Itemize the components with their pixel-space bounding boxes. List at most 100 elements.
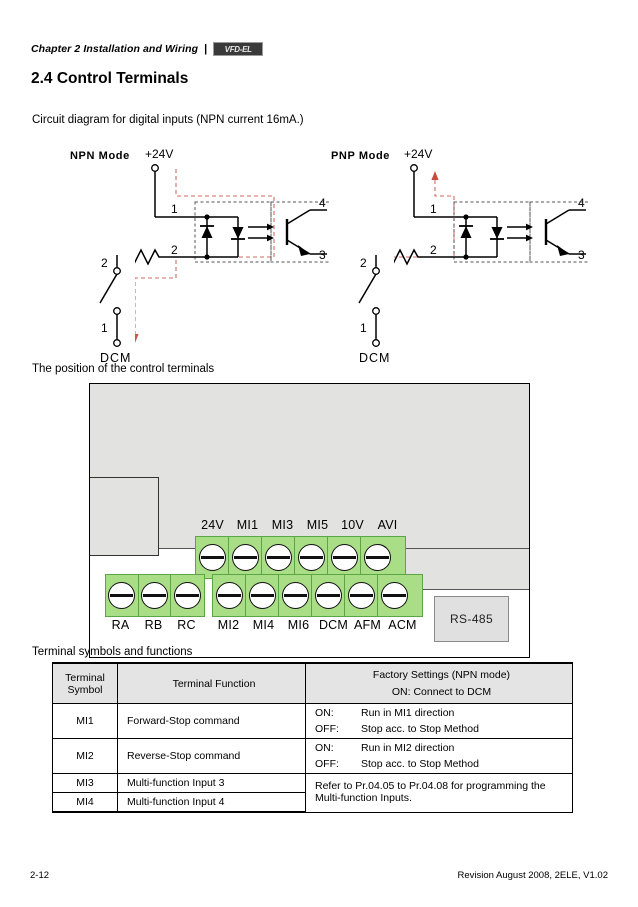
terminal-mi1[interactable] [229,537,262,578]
screw-icon[interactable] [141,582,168,609]
terminal-row-bottom[interactable] [212,574,423,617]
header-factory-settings: Factory Settings (NPN mode) ON: Connect … [305,662,573,704]
terminal-functions-table: Terminal Symbol Terminal Function Factor… [52,662,573,813]
screw-icon[interactable] [231,544,259,571]
table-row: MI3 Multi-function Input 3 Refer to Pr.0… [52,773,573,813]
screw-icon[interactable] [281,582,309,609]
screw-icon[interactable] [364,544,391,571]
screw-icon[interactable] [108,582,136,609]
pnp-pin-2-label: 2 [430,243,437,257]
terminal-mi4[interactable] [246,575,279,616]
npn-mode-label: NPN Mode [70,150,130,162]
pnp-dcm-label: DCM [359,351,390,365]
cell-symbol-mi4: MI4 [52,792,118,813]
terminal-avi[interactable] [361,537,394,578]
pnp-mode-label: PNP Mode [331,150,390,162]
terminal-label-mi4: MI4 [252,618,275,632]
screw-icon[interactable] [297,544,325,571]
pnp-switch-bottom-label: 1 [360,321,367,335]
off-value: Stop acc. to Stop Method [361,758,479,770]
rs485-port: RS-485 [434,596,509,642]
cell-function-mi4: Multi-function Input 4 [117,792,306,813]
terminal-10v[interactable] [328,537,361,578]
npn-supply-label: +24V [145,147,173,161]
cell-symbol-mi1: MI1 [52,703,118,739]
revision-info: Revision August 2008, 2ELE, V1.02 [457,870,608,881]
terminal-label-avi: AVI [377,518,398,532]
on-key: ON: [315,742,334,754]
terminal-mi5[interactable] [295,537,328,578]
terminal-label-dcm: DCM [318,618,349,632]
terminal-acm[interactable] [378,575,411,616]
table-header-row: Terminal Symbol Terminal Function Factor… [52,662,573,704]
cell-symbol-mi2: MI2 [52,738,118,774]
cell-symbol-mi3: MI3 [52,773,118,793]
npn-switch-bottom-label: 1 [101,321,108,335]
control-terminal-illustration: RS-485 24V MI1 MI3 MI5 10V AVI RA RB RC [89,383,530,658]
terminal-label-mi6: MI6 [287,618,310,632]
terminal-label-10v: 10V [341,518,364,532]
cell-settings-mi2: ON: Run in MI2 direction OFF: Stop acc. to… [305,738,573,774]
pnp-pin-1-label: 1 [430,202,437,216]
pnp-switch-top-label: 2 [360,256,367,270]
cell-function-mi2: Reverse-Stop command [117,738,306,774]
table-caption: Terminal symbols and functions [32,646,193,658]
terminal-afm[interactable] [345,575,378,616]
header-separator: | [204,43,208,55]
on-key: ON: [315,707,334,719]
terminal-ra[interactable] [106,575,139,616]
cell-settings-mi1: ON: Run in MI1 direction OFF: Stop acc. to… [305,703,573,739]
screw-icon[interactable] [347,582,375,609]
terminal-rc[interactable] [171,575,204,616]
npn-pin-1-label: 1 [171,202,178,216]
screw-icon[interactable] [248,582,276,609]
cell-function-mi3: Multi-function Input 3 [117,773,306,793]
cell-function-mi1: Forward-Stop command [117,703,306,739]
screw-icon[interactable] [198,544,226,571]
npn-pin-2-label: 2 [171,243,178,257]
terminal-rb[interactable] [139,575,172,616]
terminal-label-mi1: MI1 [236,518,259,532]
page-title: 2.4 Control Terminals [31,70,189,87]
running-header: Chapter 2 Installation and Wiring | VFD-… [31,42,264,56]
terminal-mi3[interactable] [262,537,295,578]
terminal-mi6[interactable] [279,575,312,616]
vfd-el-logo: VFD-EL [213,42,264,56]
terminal-label-24v: 24V [201,518,224,532]
screw-icon[interactable] [264,544,292,571]
terminal-label-rc: RC [177,618,196,632]
off-value: Stop acc. to Stop Method [361,723,479,735]
terminal-label-mi5: MI5 [306,518,329,532]
position-caption: The position of the control terminals [32,363,215,375]
terminal-label-mi2: MI2 [217,618,240,632]
terminal-label-rb: RB [144,618,163,632]
terminal-row-relay[interactable] [105,574,205,617]
table-row: MI2 Reverse-Stop command ON: Run in MI2 d… [52,738,573,774]
header-terminal-symbol: Terminal Symbol [52,662,118,704]
terminal-row-top[interactable] [195,536,406,579]
screw-icon[interactable] [314,582,342,609]
terminal-24v[interactable] [196,537,229,578]
npn-switch: 2 1 DCM [99,255,130,365]
npn-pin-4-label: 4 [319,196,326,210]
screw-icon[interactable] [330,544,358,571]
screw-icon[interactable] [381,582,408,609]
table-row: MI1 Forward-Stop command ON: Run in MI1 d… [52,703,573,739]
off-key: OFF: [315,758,339,770]
pnp-pin-4-label: 4 [578,196,585,210]
circuit-caption: Circuit diagram for digital inputs (NPN … [32,114,304,126]
page-number: 2-12 [30,870,50,881]
cell-settings-multifunction: Refer to Pr.04.05 to Pr.04.08 for progra… [305,773,573,813]
terminal-label-mi3: MI3 [271,518,294,532]
terminal-label-acm: ACM [388,618,417,632]
screw-icon[interactable] [174,582,202,609]
chapter-title: Chapter 2 Installation and Wiring [31,43,199,55]
pnp-pin-3-label: 3 [578,248,585,262]
npn-switch-top-label: 2 [101,256,108,270]
drive-side-panel [90,477,159,556]
pnp-supply-label: +24V [404,147,432,161]
terminal-label-ra: RA [111,618,130,632]
terminal-mi2[interactable] [213,575,246,616]
terminal-dcm[interactable] [312,575,345,616]
screw-icon[interactable] [215,582,243,609]
